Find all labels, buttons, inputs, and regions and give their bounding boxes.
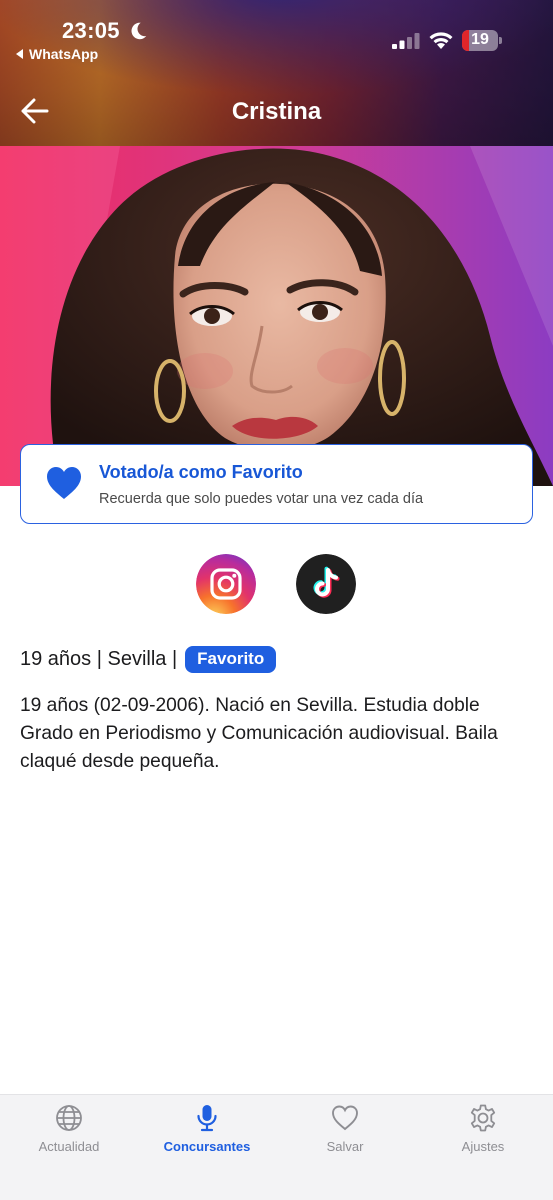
tab-label: Ajustes — [461, 1139, 505, 1154]
moon-icon — [131, 22, 147, 40]
page-title: Cristina — [231, 98, 322, 125]
contestant-photo — [0, 146, 553, 486]
tab-ajustes[interactable]: Ajustes — [414, 1101, 552, 1161]
social-links — [0, 554, 553, 616]
tiktok-icon[interactable] — [296, 554, 356, 614]
favorite-card-title: Votado/a como Favorito — [99, 462, 303, 482]
heart-outline-icon — [332, 1105, 358, 1131]
tab-salvar[interactable]: Salvar — [276, 1101, 414, 1161]
contestant-bio: 19 años (02-09-2006). Nació en Sevilla. … — [20, 695, 498, 772]
heart-filled-icon — [47, 467, 81, 499]
wifi-icon — [429, 32, 453, 49]
gear-icon — [470, 1104, 496, 1132]
navigation-bar: Cristina — [0, 78, 553, 144]
globe-icon — [56, 1105, 82, 1131]
favorite-vote-card: Votado/a como Favorito Recuerda que solo… — [20, 444, 533, 524]
cellular-signal-icon — [392, 33, 420, 49]
battery-level: 19 — [471, 31, 489, 48]
back-to-app-link[interactable]: WhatsApp — [16, 46, 98, 62]
back-triangle-icon — [16, 49, 23, 59]
tab-actualidad[interactable]: Actualidad — [0, 1101, 138, 1161]
favorite-card-subtitle: Recuerda que solo puedes votar una vez c… — [99, 491, 424, 507]
tab-label: Concursantes — [163, 1139, 251, 1154]
microphone-icon — [197, 1105, 217, 1132]
status-bar: 23:05 WhatsApp 19 — [0, 0, 553, 70]
back-app-label: WhatsApp — [29, 46, 99, 62]
favorite-badge: Favorito — [185, 645, 277, 673]
battery-indicator: 19 — [462, 30, 502, 51]
tab-label: Salvar — [326, 1139, 364, 1154]
instagram-icon[interactable] — [196, 554, 256, 614]
contestant-meta: 19 años | Sevilla | Favorito — [20, 644, 277, 674]
tab-label: Actualidad — [38, 1139, 100, 1154]
contestant-meta-text: 19 años | Sevilla | — [20, 647, 178, 670]
tab-concursantes[interactable]: Concursantes — [138, 1101, 276, 1161]
status-time: 23:05 — [62, 18, 120, 43]
tab-bar: Actualidad Concursantes Salvar Ajustes — [0, 1094, 553, 1200]
